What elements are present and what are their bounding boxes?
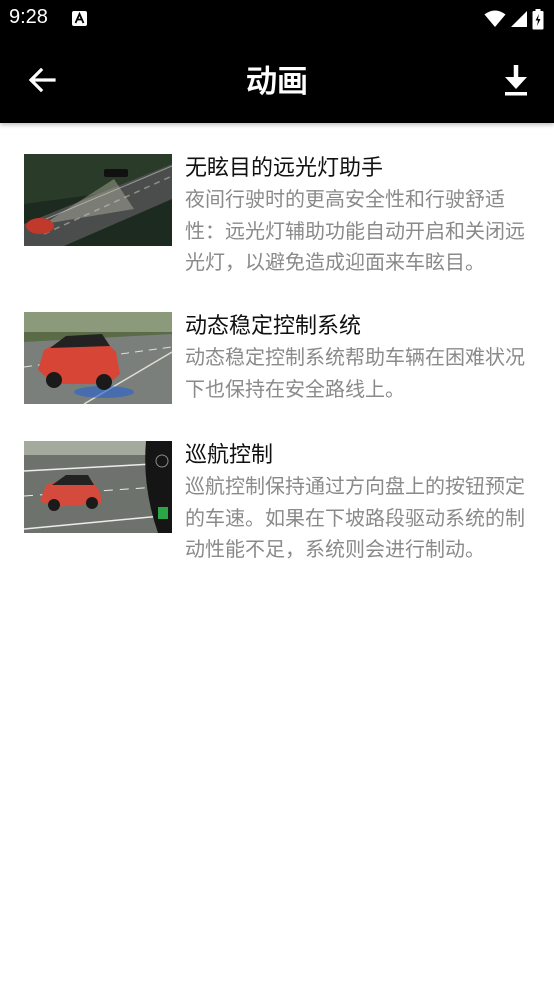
item-title: 动态稳定控制系统 [185, 314, 362, 339]
item-text: 巡航控制 巡航控制保持通过方向盘上的按钮预定的车速。如果在下坡路段驱动系统的制动… [185, 441, 533, 566]
item-description: 夜间行驶时的更高安全性和行驶舒适性：远光灯辅助功能自动开启和关闭远光灯，以避免造… [185, 187, 525, 274]
wifi-icon [484, 10, 506, 27]
item-description: 动态稳定控制系统帮助车辆在困难状况下也保持在安全路线上。 [185, 345, 525, 401]
app-bar: 动画 [0, 38, 554, 123]
item-description: 巡航控制保持通过方向盘上的按钮预定的车速。如果在下坡路段驱动系统的制动性能不足，… [185, 474, 525, 561]
item-title: 巡航控制 [185, 443, 274, 468]
download-icon[interactable] [500, 62, 532, 98]
item-title: 无眩目的远光灯助手 [185, 156, 384, 181]
item-text: 动态稳定控制系统 动态稳定控制系统帮助车辆在困难状况下也保持在安全路线上。 [185, 312, 533, 405]
item-thumbnail-high-beam [24, 154, 172, 246]
accessibility-app-icon [72, 11, 87, 26]
status-icons [484, 8, 544, 30]
battery-icon [532, 8, 544, 29]
status-time: 9:28 [9, 6, 48, 28]
cell-signal-icon [511, 11, 527, 27]
item-thumbnail-dsc [24, 312, 172, 404]
item-text: 无眩目的远光灯助手 夜间行驶时的更高安全性和行驶舒适性：远光灯辅助功能自动开启和… [185, 154, 533, 279]
page-title: 动画 [246, 64, 308, 100]
item-thumbnail-cruise-control [24, 441, 172, 533]
status-bar: 9:28 [0, 0, 554, 38]
